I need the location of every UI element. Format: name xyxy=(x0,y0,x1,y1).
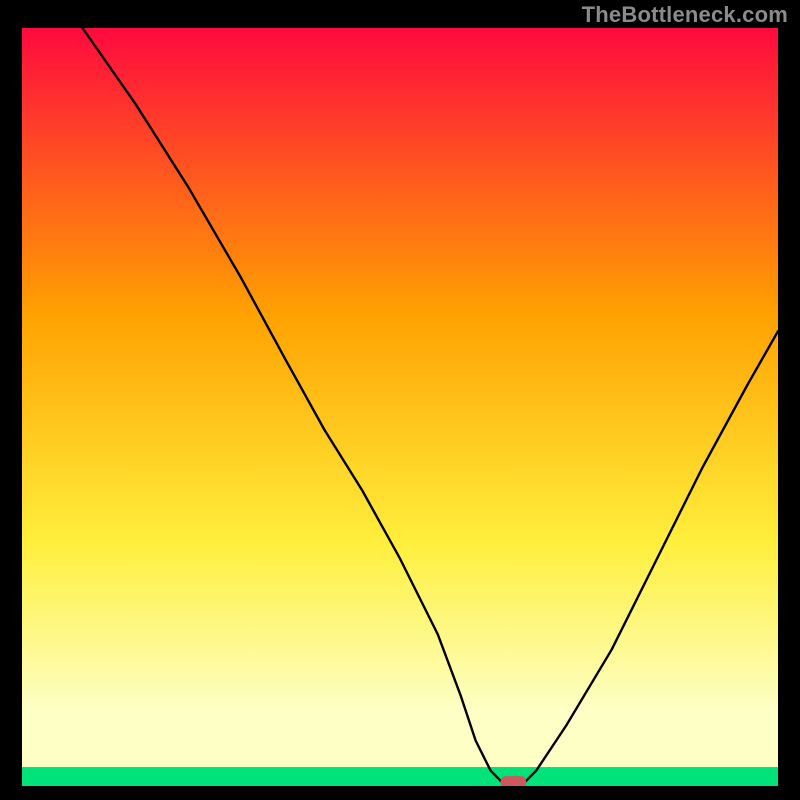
bottleneck-chart xyxy=(22,28,778,786)
optimal-marker xyxy=(501,776,527,786)
green-band xyxy=(22,767,778,786)
chart-frame: TheBottleneck.com xyxy=(0,0,800,800)
gradient-background xyxy=(22,28,778,786)
watermark-label: TheBottleneck.com xyxy=(582,2,788,28)
